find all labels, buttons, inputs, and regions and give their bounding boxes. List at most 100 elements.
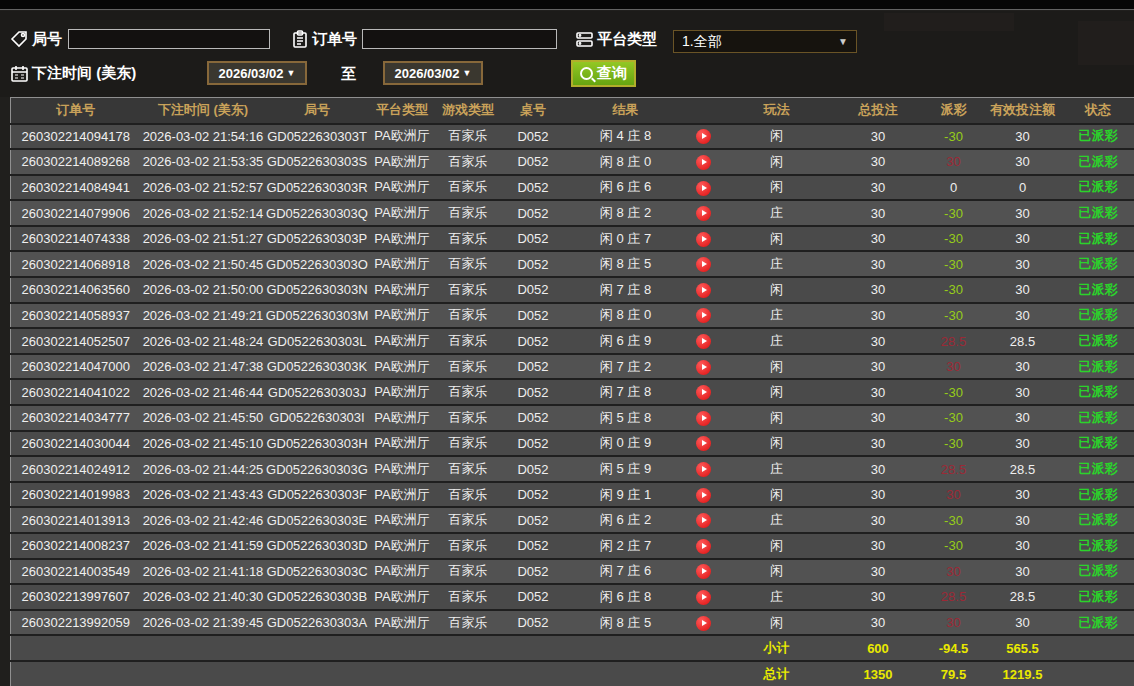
table-row: 2603022140689182026-03-02 21:50:45GD0522… bbox=[11, 251, 1134, 277]
cell-result: 闲 2 庄 7 bbox=[566, 533, 686, 559]
cell-round-number: GD0522630303C bbox=[266, 559, 369, 585]
cell-platform-type: PA欧洲厅 bbox=[369, 431, 436, 457]
cell-round-number: GD0522630303Q bbox=[266, 200, 369, 226]
play-video-icon[interactable] bbox=[696, 488, 711, 503]
cell-total-bet: 30 bbox=[833, 200, 924, 226]
cell-platform-type: PA欧洲厅 bbox=[369, 456, 436, 482]
column-header-valid-bet: 有效投注额 bbox=[984, 98, 1062, 124]
clipboard-icon bbox=[291, 30, 309, 49]
cell-payout: 30 bbox=[924, 482, 984, 508]
cell-bet-time: 2026-03-02 21:54:16 bbox=[141, 124, 266, 150]
play-video-icon[interactable] bbox=[696, 206, 711, 221]
cell-payout: 0 bbox=[924, 175, 984, 201]
empty-cell bbox=[11, 635, 141, 661]
cell-total-bet: 30 bbox=[833, 584, 924, 610]
platform-type-select[interactable]: 1.全部 ▼ bbox=[673, 30, 857, 53]
cell-video bbox=[686, 149, 721, 175]
cell-play-type: 闲 bbox=[721, 559, 833, 585]
play-video-icon[interactable] bbox=[696, 360, 711, 375]
cell-order-number: 260302214052507 bbox=[11, 328, 141, 354]
play-video-icon[interactable] bbox=[696, 155, 711, 170]
play-video-icon[interactable] bbox=[696, 129, 711, 144]
cell-bet-time: 2026-03-02 21:50:00 bbox=[141, 277, 266, 303]
cell-valid-bet: 30 bbox=[984, 533, 1062, 559]
cell-status: 已派彩 bbox=[1062, 584, 1134, 610]
cell-video bbox=[686, 277, 721, 303]
cell-bet-time: 2026-03-02 21:50:45 bbox=[141, 251, 266, 277]
cell-order-number: 260302213992059 bbox=[11, 610, 141, 636]
cell-bet-time: 2026-03-02 21:52:57 bbox=[141, 175, 266, 201]
play-video-icon[interactable] bbox=[696, 181, 711, 196]
date-from-select[interactable]: 2026/03/02 ▼ bbox=[207, 61, 307, 85]
cell-total-bet: 30 bbox=[833, 251, 924, 277]
column-header-total-bet: 总投注 bbox=[833, 98, 924, 124]
cell-order-number: 260302214089268 bbox=[11, 149, 141, 175]
cell-bet-time: 2026-03-02 21:49:21 bbox=[141, 303, 266, 329]
round-number-input[interactable] bbox=[68, 29, 270, 49]
cell-round-number: GD0522630303H bbox=[266, 431, 369, 457]
play-video-icon[interactable] bbox=[696, 257, 711, 272]
table-row: 2603022140941782026-03-02 21:54:16GD0522… bbox=[11, 124, 1134, 150]
play-video-icon[interactable] bbox=[696, 411, 711, 426]
play-video-icon[interactable] bbox=[696, 564, 711, 579]
play-video-icon[interactable] bbox=[696, 513, 711, 528]
play-video-icon[interactable] bbox=[696, 590, 711, 605]
date-to-select[interactable]: 2026/03/02 ▼ bbox=[383, 61, 483, 85]
cell-round-number: GD0522630303T bbox=[266, 124, 369, 150]
cell-status: 已派彩 bbox=[1062, 124, 1134, 150]
play-video-icon[interactable] bbox=[696, 385, 711, 400]
to-label: 至 bbox=[341, 65, 356, 84]
cell-video bbox=[686, 584, 721, 610]
play-video-icon[interactable] bbox=[696, 232, 711, 247]
cell-round-number: GD0522630303I bbox=[266, 405, 369, 431]
play-video-icon[interactable] bbox=[696, 539, 711, 554]
play-video-icon[interactable] bbox=[696, 334, 711, 349]
play-video-icon[interactable] bbox=[696, 436, 711, 451]
cell-bet-time: 2026-03-02 21:40:30 bbox=[141, 584, 266, 610]
cell-game-type: 百家乐 bbox=[436, 200, 501, 226]
cell-game-type: 百家乐 bbox=[436, 482, 501, 508]
top-bar bbox=[0, 0, 1134, 10]
cell-total-bet: 30 bbox=[833, 175, 924, 201]
cell-platform-type: PA欧洲厅 bbox=[369, 149, 436, 175]
cell-video bbox=[686, 431, 721, 457]
cell-round-number: GD0522630303A bbox=[266, 610, 369, 636]
order-number-input[interactable] bbox=[362, 29, 557, 49]
cell-result: 闲 8 庄 5 bbox=[566, 251, 686, 277]
cell-game-type: 百家乐 bbox=[436, 379, 501, 405]
table-row: 2603022140249122026-03-02 21:44:25GD0522… bbox=[11, 456, 1134, 482]
grand-total-row-payout: 79.5 bbox=[924, 661, 984, 686]
play-video-icon[interactable] bbox=[696, 283, 711, 298]
cell-bet-time: 2026-03-02 21:43:43 bbox=[141, 482, 266, 508]
cell-platform-type: PA欧洲厅 bbox=[369, 533, 436, 559]
cell-play-type: 庄 bbox=[721, 200, 833, 226]
play-video-icon[interactable] bbox=[696, 616, 711, 631]
cell-round-number: GD0522630303O bbox=[266, 251, 369, 277]
cell-play-type: 庄 bbox=[721, 507, 833, 533]
cell-order-number: 260302214058937 bbox=[11, 303, 141, 329]
play-video-icon[interactable] bbox=[696, 462, 711, 477]
cell-valid-bet: 30 bbox=[984, 354, 1062, 380]
cell-play-type: 闲 bbox=[721, 354, 833, 380]
cell-table-number: D052 bbox=[501, 533, 566, 559]
cell-bet-time: 2026-03-02 21:46:44 bbox=[141, 379, 266, 405]
cell-platform-type: PA欧洲厅 bbox=[369, 482, 436, 508]
cell-valid-bet: 30 bbox=[984, 303, 1062, 329]
cell-game-type: 百家乐 bbox=[436, 277, 501, 303]
play-video-icon[interactable] bbox=[696, 308, 711, 323]
cell-platform-type: PA欧洲厅 bbox=[369, 507, 436, 533]
cell-order-number: 260302214074338 bbox=[11, 226, 141, 252]
cell-result: 闲 8 庄 5 bbox=[566, 610, 686, 636]
cell-platform-type: PA欧洲厅 bbox=[369, 200, 436, 226]
cell-payout: -30 bbox=[924, 431, 984, 457]
cell-valid-bet: 30 bbox=[984, 251, 1062, 277]
cell-payout: -30 bbox=[924, 405, 984, 431]
cell-valid-bet: 28.5 bbox=[984, 584, 1062, 610]
search-button[interactable]: 查询 bbox=[571, 60, 636, 87]
cell-result: 闲 7 庄 6 bbox=[566, 559, 686, 585]
cell-table-number: D052 bbox=[501, 379, 566, 405]
cell-table-number: D052 bbox=[501, 431, 566, 457]
cell-total-bet: 30 bbox=[833, 328, 924, 354]
cell-total-bet: 30 bbox=[833, 507, 924, 533]
table-row: 2603022140799062026-03-02 21:52:14GD0522… bbox=[11, 200, 1134, 226]
